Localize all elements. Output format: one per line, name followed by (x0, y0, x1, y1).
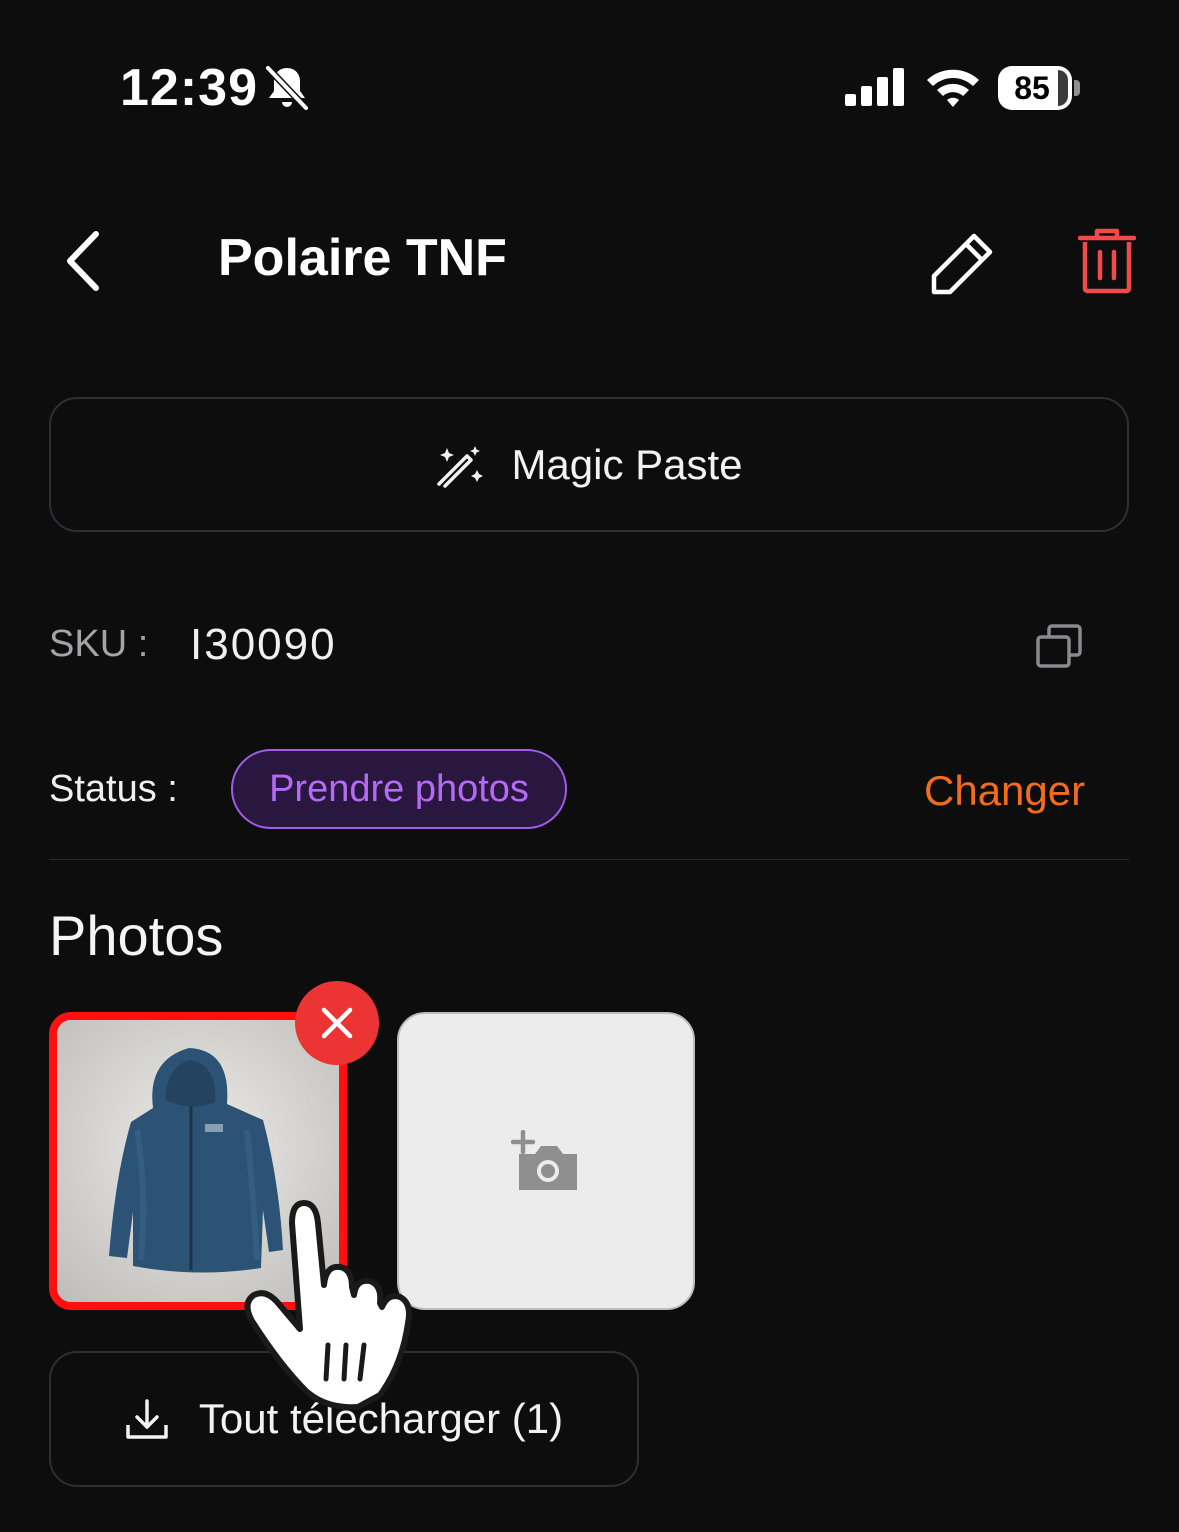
photos-heading: Photos (49, 904, 224, 967)
divider (49, 859, 1129, 860)
magic-wand-icon (437, 445, 484, 488)
wifi-icon (927, 69, 979, 107)
add-photo-button[interactable] (397, 1012, 695, 1310)
status-time: 12:39 (120, 59, 258, 117)
battery-indicator: 85 (998, 66, 1082, 110)
page-title: Polaire TNF (218, 229, 507, 287)
close-icon (321, 1007, 353, 1039)
hand-pointer-icon (244, 1200, 412, 1410)
add-photo-camera-icon (511, 1130, 577, 1190)
bell-slash-icon (265, 65, 309, 111)
trash-icon[interactable] (1078, 228, 1136, 294)
change-status-button[interactable]: Changer (924, 767, 1085, 815)
status-label: Status : (49, 768, 178, 810)
sku-label: SKU : (49, 623, 149, 665)
copy-icon[interactable] (1036, 624, 1082, 668)
magic-paste-label: Magic Paste (511, 440, 743, 488)
pencil-icon[interactable] (930, 230, 996, 296)
magic-paste-button[interactable]: Magic Paste (49, 397, 1129, 532)
battery-percent: 85 (1014, 70, 1050, 106)
download-icon (126, 1399, 168, 1439)
sku-value: I30090 (190, 620, 337, 669)
cellular-signal-icon (845, 68, 904, 106)
status-badge: Prendre photos (231, 749, 567, 829)
remove-photo-button[interactable] (295, 981, 379, 1065)
chevron-left-icon[interactable] (62, 230, 106, 292)
